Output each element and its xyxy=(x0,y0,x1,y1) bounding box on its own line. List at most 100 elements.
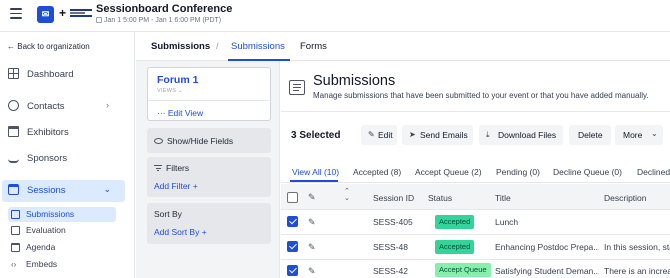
selected-count: 3 Selected xyxy=(291,130,341,141)
session-id: SESS-48 xyxy=(373,242,408,252)
sidebar-subitem-label: Embeds xyxy=(26,259,58,269)
plus-icon: + xyxy=(192,181,198,191)
status-badge: Accepted xyxy=(435,215,475,229)
table-row[interactable]: ✎ SESS-42 Accept Queue Satisfying Studen… xyxy=(281,260,670,278)
send-icon: ➤ xyxy=(409,130,416,139)
event-date-text: Jan 1 5:00 PM - Jan 1 6:00 PM (PDT) xyxy=(104,17,222,24)
top-bar: ✉ + Sessionboard Conference Jan 1 5:00 P… xyxy=(0,0,670,32)
row-checkbox[interactable] xyxy=(287,265,298,276)
pencil-icon[interactable]: ✎ xyxy=(308,217,318,227)
sidebar-subitem-submissions[interactable]: Submissions xyxy=(8,207,116,222)
tab-decline-queue[interactable]: Decline Queue (0) xyxy=(553,167,622,177)
tab-view-all[interactable]: View All (10) xyxy=(292,167,339,177)
delete-button[interactable]: Delete xyxy=(569,125,611,145)
evaluation-icon xyxy=(11,226,20,235)
tab-accept-queue[interactable]: Accept Queue (2) xyxy=(415,167,482,177)
more-button[interactable]: More ⌄ xyxy=(615,125,663,145)
row-checkbox[interactable] xyxy=(287,241,298,252)
status-badge: Accept Queue xyxy=(435,263,491,277)
menu-icon[interactable] xyxy=(10,8,22,19)
sidebar-item-label: Sessions xyxy=(27,185,66,196)
page-description: Manage submissions that have been submit… xyxy=(313,91,649,100)
sidebar-item-sessions[interactable]: Sessions ⌄ xyxy=(2,180,125,202)
embeds-icon: ‹› xyxy=(11,260,17,269)
event-date: Jan 1 5:00 PM - Jan 1 6:00 PM (PDT) xyxy=(96,17,221,24)
expand-collapse-icon[interactable]: ⌃ ⌄ xyxy=(344,188,350,202)
sub-navigation: Submissions / Submissions Forms xyxy=(136,32,670,61)
pencil-icon[interactable]: ✎ xyxy=(308,242,318,252)
table-row[interactable]: ✎ SESS-48 Accepted Enhancing Postdoc Pre… xyxy=(281,235,670,260)
page-title: Submissions xyxy=(313,73,396,89)
add-filter-button[interactable]: Add Filter + xyxy=(154,181,198,191)
status-badge: Accepted xyxy=(435,240,475,254)
sessions-icon xyxy=(8,184,19,195)
column-header-title[interactable]: Title xyxy=(495,193,511,203)
table-header: ✎ Session ID Status Title Description xyxy=(281,184,670,210)
column-header-description[interactable]: Description xyxy=(604,193,647,203)
edit-button[interactable]: ✎ Edit xyxy=(361,125,397,145)
sidebar-item-label: Exhibitors xyxy=(27,127,69,138)
filter-icon xyxy=(154,165,162,171)
tab-pending[interactable]: Pending (0) xyxy=(496,167,540,177)
event-title: Sessionboard Conference xyxy=(96,3,233,15)
back-label: Back to organization xyxy=(17,42,90,51)
dashboard-icon xyxy=(8,68,19,79)
back-to-organization-link[interactable]: ← Back to organization xyxy=(7,42,90,51)
session-id: SESS-42 xyxy=(373,266,408,276)
sidebar-subitem-label: Submissions xyxy=(26,209,75,219)
sidebar: ← Back to organization Dashboard Contact… xyxy=(0,32,135,278)
sidebar-item-contacts[interactable]: Contacts › xyxy=(0,96,135,116)
show-hide-fields-button[interactable]: Show/Hide Fields xyxy=(147,128,271,153)
divider xyxy=(281,182,670,183)
sidebar-item-dashboard[interactable]: Dashboard xyxy=(0,64,135,84)
show-hide-fields-label: Show/Hide Fields xyxy=(167,136,234,146)
chevron-right-icon: › xyxy=(106,100,109,110)
row-checkbox[interactable] xyxy=(287,216,298,227)
session-title[interactable]: Enhancing Postdoc Prepa... xyxy=(495,242,599,252)
tab-submissions[interactable]: Submissions xyxy=(231,41,285,52)
plus-icon: + xyxy=(201,227,207,237)
submissions-icon xyxy=(11,210,20,219)
event-logo-icon: ✉ xyxy=(37,6,54,23)
column-header-status[interactable]: Status xyxy=(428,193,452,203)
forum-name[interactable]: Forum 1 xyxy=(157,74,198,86)
session-title[interactable]: Lunch xyxy=(495,217,599,227)
breadcrumb: Submissions xyxy=(151,41,211,52)
divider xyxy=(281,111,670,112)
agenda-icon xyxy=(11,243,20,252)
session-description: In this session, sta xyxy=(604,242,670,252)
sidebar-subitem-label: Agenda xyxy=(26,242,56,252)
contacts-icon xyxy=(8,100,19,111)
more-dots-icon: ··· xyxy=(157,108,166,118)
download-files-button[interactable]: ⤓ Download Files xyxy=(479,125,563,145)
active-tab-indicator xyxy=(228,59,290,61)
table-row[interactable]: ✎ SESS-405 Accepted Lunch xyxy=(281,210,670,235)
pencil-icon: ✎ xyxy=(308,192,316,202)
sidebar-item-label: Dashboard xyxy=(27,69,74,80)
column-header-session-id[interactable]: Session ID xyxy=(373,193,414,203)
sidebar-item-sponsors[interactable]: Sponsors xyxy=(0,148,135,168)
eye-icon xyxy=(154,138,163,144)
tab-forms[interactable]: Forms xyxy=(300,41,327,52)
submissions-list-icon xyxy=(289,80,305,95)
chevron-down-icon: ⌄ xyxy=(103,184,111,194)
session-title[interactable]: Satisfying Student Deman... xyxy=(495,266,599,276)
select-all-checkbox[interactable] xyxy=(287,192,298,203)
sponsors-icon xyxy=(8,152,19,163)
tab-accepted[interactable]: Accepted (8) xyxy=(353,167,401,177)
session-description: There is an increa xyxy=(604,266,670,276)
edit-view-button[interactable]: ··· Edit View xyxy=(157,108,203,118)
partner-logo-icon xyxy=(70,9,92,19)
filters-section: Filters Add Filter + xyxy=(147,157,271,197)
sidebar-item-label: Sponsors xyxy=(27,153,68,164)
pencil-icon[interactable]: ✎ xyxy=(308,266,318,276)
sidebar-item-exhibitors[interactable]: Exhibitors xyxy=(0,122,135,142)
send-emails-button[interactable]: ➤ Send Emails xyxy=(402,125,473,145)
tab-declined[interactable]: Declined xyxy=(637,167,670,177)
add-sort-by-button[interactable]: Add Sort By + xyxy=(154,227,207,237)
divider xyxy=(148,100,272,101)
chevron-down-icon: ⌄ xyxy=(651,129,658,138)
session-id: SESS-405 xyxy=(373,217,413,227)
sort-by-section: Sort By Add Sort By + xyxy=(147,203,271,244)
pencil-icon: ✎ xyxy=(368,130,375,139)
